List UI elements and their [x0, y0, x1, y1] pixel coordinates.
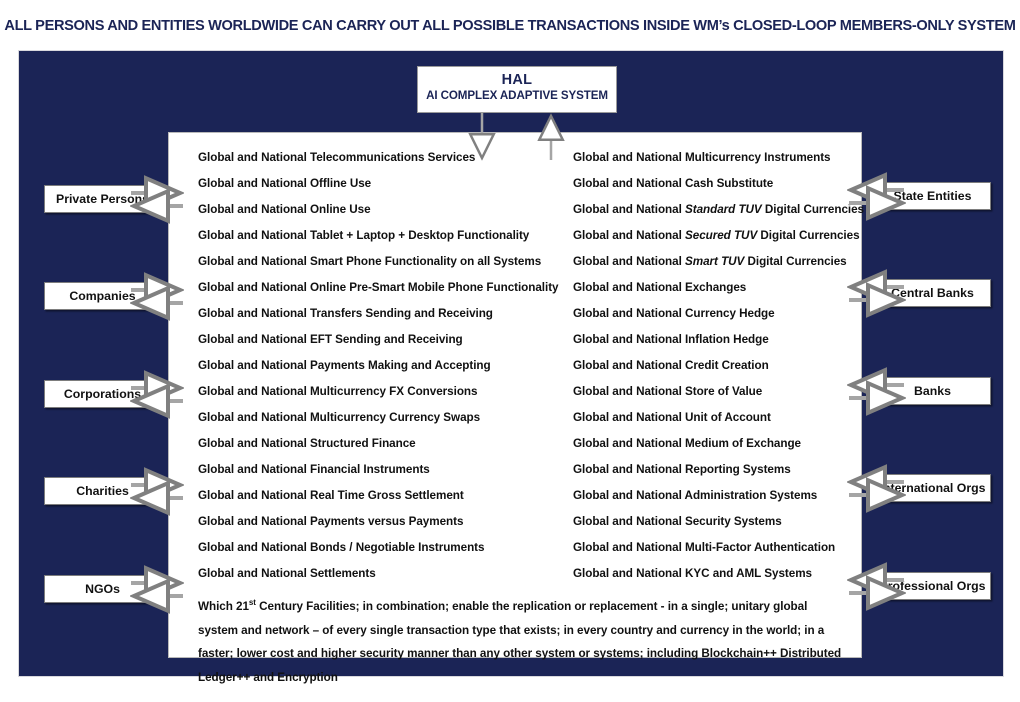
- feature-item: Global and National Telecommunications S…: [198, 151, 476, 164]
- capabilities-panel: Global and National Telecommunications S…: [168, 132, 865, 684]
- feature-item: Global and National Payments versus Paym…: [198, 515, 464, 528]
- feature-item: Global and National Security Systems: [573, 515, 782, 528]
- entity-box-professional-orgs[interactable]: Professional Orgs: [874, 572, 991, 600]
- feature-item: Global and National Structured Finance: [198, 437, 416, 450]
- entity-box-banks[interactable]: Banks: [874, 377, 991, 405]
- feature-item: Global and National Credit Creation: [573, 359, 769, 372]
- feature-item: Global and National Payments Making and …: [198, 359, 491, 372]
- feature-item: Global and National Multicurrency FX Con…: [198, 385, 478, 398]
- feature-item: Global and National Bonds / Negotiable I…: [198, 541, 485, 554]
- feature-item: Global and National EFT Sending and Rece…: [198, 333, 463, 346]
- feature-item: Global and National Online Pre-Smart Mob…: [198, 281, 559, 294]
- feature-item: Global and National Settlements: [198, 567, 376, 580]
- entity-box-ngos[interactable]: NGOs: [44, 575, 161, 603]
- feature-item: Global and National Smart TUV Digital Cu…: [573, 255, 847, 268]
- feature-item: Global and National Tablet + Laptop + De…: [198, 229, 530, 242]
- summary-note: Which 21st Century Facilities; in combin…: [198, 598, 842, 684]
- feature-item: Global and National Unit of Account: [573, 411, 771, 424]
- hal-title: HAL: [501, 72, 533, 88]
- feature-item: Global and National KYC and AML Systems: [573, 567, 812, 580]
- feature-item: Global and National Store of Value: [573, 385, 763, 398]
- feature-item: Global and National Cash Substitute: [573, 177, 774, 190]
- feature-item: Global and National Multi-Factor Authent…: [573, 541, 836, 554]
- feature-item: Global and National Currency Hedge: [573, 307, 775, 320]
- entity-box-state-entities[interactable]: State Entities: [874, 182, 991, 210]
- feature-item: Global and National Standard TUV Digital…: [573, 203, 865, 216]
- feature-item: Global and National Exchanges: [573, 281, 747, 294]
- feature-item: Global and National Reporting Systems: [573, 463, 791, 476]
- feature-item: Global and National Transfers Sending an…: [198, 307, 493, 320]
- feature-item: Global and National Administration Syste…: [573, 489, 818, 502]
- entity-box-international-orgs[interactable]: International Orgs: [874, 474, 991, 502]
- feature-item: Global and National Secured TUV Digital …: [573, 229, 860, 242]
- feature-item: Global and National Offline Use: [198, 177, 372, 190]
- entity-box-corporations[interactable]: Corporations: [44, 380, 161, 408]
- feature-item: Global and National Multicurrency Instru…: [573, 151, 831, 164]
- feature-item: Global and National Medium of Exchange: [573, 437, 801, 450]
- diagram-canvas: ALL PERSONS AND ENTITIES WORLDWIDE CAN C…: [0, 0, 1020, 702]
- page-title: ALL PERSONS AND ENTITIES WORLDWIDE CAN C…: [4, 18, 1016, 34]
- feature-list-left: Global and National Telecommunications S…: [198, 145, 559, 587]
- feature-item: Global and National Online Use: [198, 203, 371, 216]
- entity-box-charities[interactable]: Charities: [44, 477, 161, 505]
- entity-box-central-banks[interactable]: Central Banks: [874, 279, 991, 307]
- feature-item: Global and National Multicurrency Curren…: [198, 411, 481, 424]
- hal-subtitle: AI COMPLEX ADAPTIVE SYSTEM: [426, 89, 608, 102]
- hal-box[interactable]: HAL AI COMPLEX ADAPTIVE SYSTEM: [417, 66, 617, 113]
- entity-box-companies[interactable]: Companies: [44, 282, 161, 310]
- feature-item: Global and National Inflation Hedge: [573, 333, 769, 346]
- feature-item: Global and National Smart Phone Function…: [198, 255, 542, 268]
- feature-item: Global and National Financial Instrument…: [198, 463, 430, 476]
- feature-item: Global and National Real Time Gross Sett…: [198, 489, 464, 502]
- feature-list-right: Global and National Multicurrency Instru…: [573, 145, 865, 587]
- entity-box-private-persons[interactable]: Private Persons: [44, 185, 161, 213]
